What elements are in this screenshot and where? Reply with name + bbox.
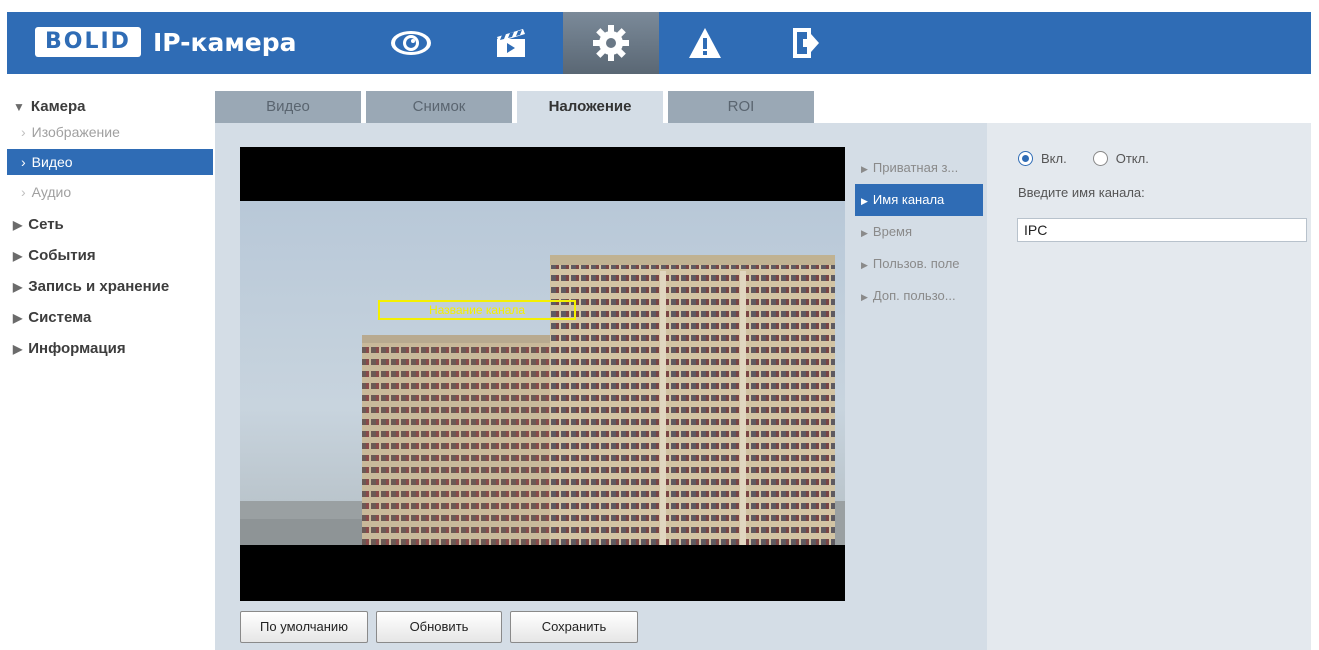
sidebar-item-label: Изображение	[31, 124, 120, 140]
menu-item-privacy-mask[interactable]: ▶ Приватная з...	[855, 152, 983, 184]
radio-off[interactable]	[1092, 151, 1108, 166]
top-bar: BOLID IP-камера	[7, 12, 1311, 74]
triangle-right-icon: ▶	[13, 249, 23, 263]
triangle-right-icon: ▶	[861, 292, 868, 302]
clapperboard-icon[interactable]	[475, 12, 547, 74]
radio-on-label: Вкл.	[1041, 151, 1067, 166]
triangle-right-icon: ▶	[861, 228, 868, 238]
sidebar-item-label: События	[28, 247, 96, 264]
camera-image: Название канала	[240, 201, 845, 545]
radio-off-label: Откл.	[1115, 151, 1149, 166]
sidebar-item-events[interactable]: ▶ События	[7, 240, 213, 271]
sidebar-item-label: Система	[28, 309, 92, 326]
radio-on[interactable]	[1018, 151, 1033, 166]
tab-snapshot[interactable]: Снимок	[366, 91, 512, 123]
sidebar-item-info[interactable]: ▶ Информация	[7, 333, 213, 364]
sidebar-item-label: Камера	[30, 98, 86, 115]
menu-item-label: Доп. пользо...	[872, 288, 956, 303]
channel-name-input[interactable]	[1017, 218, 1307, 242]
channel-name-overlay[interactable]: Название канала	[378, 300, 576, 320]
sidebar: ▼ Камера › Изображение › Видео › Аудио ▶ Сеть…	[7, 91, 213, 364]
default-button[interactable]: По умолчанию	[240, 611, 368, 643]
sidebar-item-label: Аудио	[31, 184, 72, 200]
gear-icon[interactable]	[563, 12, 659, 74]
chevron-right-icon: ›	[21, 184, 26, 200]
channel-name-label: Введите имя канала:	[1018, 185, 1145, 200]
settings-panel: Вкл. Откл. Введите имя канала:	[987, 123, 1311, 650]
app-title: IP-камера	[152, 27, 297, 57]
sidebar-item-label: Сеть	[28, 216, 64, 233]
overlay-menu: ▶ Приватная з... ▶ Имя канала ▶ Время ▶ Поль…	[855, 152, 983, 312]
sidebar-item-label: Запись и хранение	[28, 278, 170, 295]
chevron-right-icon: ›	[21, 154, 26, 170]
sidebar-item-video[interactable]: › Видео	[7, 149, 213, 175]
triangle-right-icon: ▶	[13, 342, 23, 356]
save-button[interactable]: Сохранить	[510, 611, 638, 643]
warning-icon[interactable]	[669, 12, 741, 74]
logo: BOLID IP-камера	[35, 25, 297, 59]
content-panel: Видео Снимок Наложение ROI Название кана…	[215, 91, 1311, 650]
tab-bar: Видео Снимок Наложение ROI	[215, 91, 1311, 123]
sidebar-item-label: Информация	[28, 340, 126, 357]
triangle-right-icon: ▶	[13, 218, 23, 232]
menu-item-extra-custom[interactable]: ▶ Доп. пользо...	[855, 280, 983, 312]
video-preview[interactable]: Название канала	[240, 147, 845, 601]
menu-item-label: Приватная з...	[872, 160, 959, 175]
triangle-down-icon: ▼	[13, 100, 25, 114]
triangle-right-icon: ▶	[13, 280, 23, 294]
sidebar-item-network[interactable]: ▶ Сеть	[7, 209, 213, 240]
menu-item-label: Время	[872, 224, 913, 239]
eye-icon[interactable]	[375, 12, 447, 74]
sidebar-item-label: Видео	[31, 154, 73, 170]
menu-item-label: Имя канала	[872, 192, 945, 207]
tab-overlay[interactable]: Наложение	[517, 91, 663, 123]
triangle-right-icon: ▶	[861, 196, 868, 206]
sidebar-item-camera[interactable]: ▼ Камера	[7, 91, 213, 122]
triangle-right-icon: ▶	[861, 260, 868, 270]
enable-radio-group: Вкл. Откл.	[1018, 151, 1149, 166]
chevron-right-icon: ›	[21, 124, 26, 140]
sidebar-item-storage[interactable]: ▶ Запись и хранение	[7, 271, 213, 302]
logo-mark: BOLID	[35, 27, 141, 57]
menu-item-time[interactable]: ▶ Время	[855, 216, 983, 248]
triangle-right-icon: ▶	[13, 311, 23, 325]
menu-item-label: Пользов. поле	[872, 256, 960, 271]
triangle-right-icon: ▶	[861, 164, 868, 174]
tab-roi[interactable]: ROI	[668, 91, 814, 123]
sidebar-item-image[interactable]: › Изображение	[7, 122, 213, 146]
sidebar-item-audio[interactable]: › Аудио	[7, 175, 213, 209]
refresh-button[interactable]: Обновить	[376, 611, 502, 643]
tab-video[interactable]: Видео	[215, 91, 361, 123]
logout-icon[interactable]	[769, 12, 841, 74]
menu-item-channel-name[interactable]: ▶ Имя канала	[855, 184, 983, 216]
sidebar-item-system[interactable]: ▶ Система	[7, 302, 213, 333]
menu-item-custom-field[interactable]: ▶ Пользов. поле	[855, 248, 983, 280]
